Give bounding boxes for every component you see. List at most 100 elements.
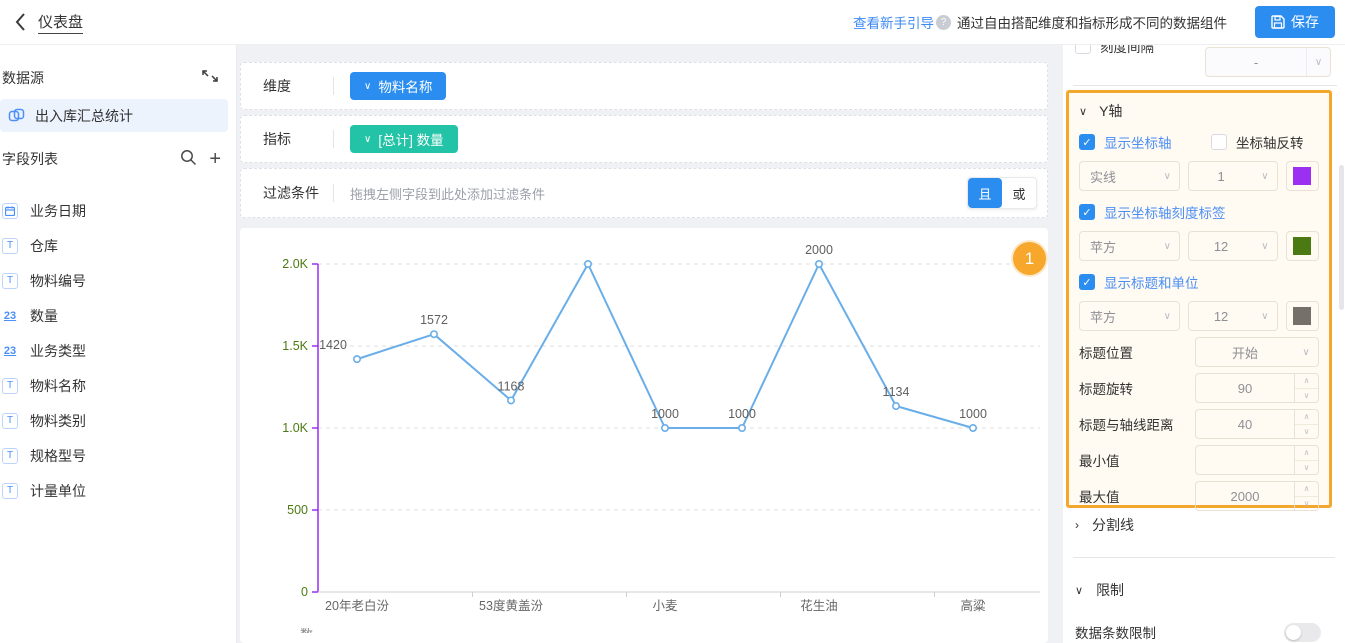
setting-label: 标题旋转 xyxy=(1079,378,1195,398)
or-button[interactable]: 或 xyxy=(1002,178,1036,208)
y-axis-section: ∨ Y轴 显示坐标轴 坐标轴反转 实线∨ 1∨ 显示坐标轴刻度标签 xyxy=(1066,90,1332,508)
tick-interval-select[interactable]: - ∨ xyxy=(1205,47,1331,77)
setting-number-input[interactable]: 90∧∨ xyxy=(1195,373,1319,403)
color-swatch xyxy=(1293,167,1311,185)
divider xyxy=(1073,85,1337,86)
spin-down-icon[interactable]: ∨ xyxy=(1295,425,1318,439)
svg-text:2.0K: 2.0K xyxy=(282,257,308,271)
setting-number-input[interactable]: 2000∧∨ xyxy=(1195,481,1319,511)
tick-font-select[interactable]: 苹方∨ xyxy=(1079,231,1180,261)
chevron-down-icon: ∨ xyxy=(1253,241,1277,252)
chevron-down-icon: ∨ xyxy=(1306,48,1330,76)
metric-pill[interactable]: ∨ [总计] 数量 xyxy=(350,125,458,153)
field-list-title: 字段列表 xyxy=(2,149,58,169)
setting-select[interactable]: 开始∨ xyxy=(1195,337,1319,367)
setting-label: 标题与轴线距离 xyxy=(1079,414,1195,434)
search-icon[interactable] xyxy=(180,149,197,169)
svg-text:1168: 1168 xyxy=(498,379,525,393)
svg-text:1572: 1572 xyxy=(420,313,448,327)
divider xyxy=(333,77,334,95)
chevron-down-icon: ∨ xyxy=(364,81,371,92)
chevron-down-icon: ∨ xyxy=(1294,347,1318,358)
limit-section-header[interactable]: ∨ 限制 xyxy=(1075,580,1333,600)
svg-text:高粱: 高粱 xyxy=(960,598,986,613)
title-color-picker[interactable] xyxy=(1286,301,1319,331)
line-chart[interactable]: 05001.0K1.5K2.0K142015721168100010002000… xyxy=(240,228,1048,643)
filter-row: 过滤条件 拖拽左侧字段到此处添加过滤条件 且 或 xyxy=(240,168,1048,218)
spin-down-icon[interactable]: ∨ xyxy=(1295,461,1318,475)
and-button[interactable]: 且 xyxy=(968,178,1002,208)
axis-reverse-checkbox[interactable] xyxy=(1211,134,1227,150)
text-field-icon: T xyxy=(2,378,18,394)
color-swatch xyxy=(1293,237,1311,255)
datasource-item[interactable]: 出入库汇总统计 xyxy=(0,99,228,132)
text-field-icon: T xyxy=(2,273,18,289)
field-list: 业务日期 T 仓库 T 物料编号 23 数量 23 业务类型 T 物料名称 T … xyxy=(0,193,228,508)
title-size-select[interactable]: 12∨ xyxy=(1188,301,1278,331)
field-list-item[interactable]: T 仓库 xyxy=(0,228,228,263)
settings-panel: 刻度间隔 - ∨ ∨ Y轴 显示坐标轴 坐标轴反转 实线∨ 1∨ xyxy=(1063,45,1345,643)
header-subtitle: 通过自由搭配维度和指标形成不同的数据组件 xyxy=(957,12,1227,32)
field-label: 数量 xyxy=(30,306,58,326)
svg-text:1000: 1000 xyxy=(651,407,679,421)
field-list-item[interactable]: T 物料类别 xyxy=(0,403,228,438)
field-list-item[interactable]: T 规格型号 xyxy=(0,438,228,473)
field-list-item[interactable]: T 物料编号 xyxy=(0,263,228,298)
spin-up-icon[interactable]: ∧ xyxy=(1295,446,1318,461)
axis-line-style-select[interactable]: 实线∨ xyxy=(1079,161,1180,191)
spin-down-icon[interactable]: ∨ xyxy=(1295,389,1318,403)
add-field-icon[interactable]: + xyxy=(209,149,221,169)
field-list-item[interactable]: T 物料名称 xyxy=(0,368,228,403)
y-axis-section-header[interactable]: ∨ Y轴 xyxy=(1079,101,1319,121)
dimension-row: 维度 ∨ 物料名称 xyxy=(240,62,1048,110)
field-label: 业务类型 xyxy=(30,341,86,361)
tick-color-picker[interactable] xyxy=(1286,231,1319,261)
scrollbar-thumb[interactable] xyxy=(1339,165,1344,310)
field-label: 规格型号 xyxy=(30,446,86,466)
divider xyxy=(1073,557,1335,558)
show-tick-labels-checkbox[interactable] xyxy=(1079,204,1095,220)
page-title[interactable]: 仪表盘 xyxy=(38,11,83,34)
svg-text:0: 0 xyxy=(301,585,308,599)
show-axis-label: 显示坐标轴 xyxy=(1104,132,1172,152)
show-title-checkbox[interactable] xyxy=(1079,274,1095,290)
main-canvas: 维度 ∨ 物料名称 指标 ∨ [总计] 数量 过滤条件 拖拽左侧字段到此处添加过… xyxy=(237,45,1063,643)
chart-card: 05001.0K1.5K2.0K142015721168100010002000… xyxy=(240,228,1048,643)
field-list-item[interactable]: 23 业务类型 xyxy=(0,333,228,368)
field-list-item[interactable]: T 计量单位 xyxy=(0,473,228,508)
field-list-item[interactable]: 业务日期 xyxy=(0,193,228,228)
and-or-toggle: 且 或 xyxy=(967,177,1037,209)
spin-up-icon[interactable]: ∧ xyxy=(1295,482,1318,497)
setting-label: 标题位置 xyxy=(1079,342,1195,362)
svg-text:20年老白汾: 20年老白汾 xyxy=(325,598,389,613)
spin-up-icon[interactable]: ∧ xyxy=(1295,410,1318,425)
guide-link[interactable]: 查看新手引导 xyxy=(853,12,934,32)
save-button[interactable]: 保存 xyxy=(1255,6,1335,38)
axis-line-color-picker[interactable] xyxy=(1286,161,1319,191)
setting-number-input[interactable]: ∧∨ xyxy=(1195,445,1319,475)
axis-title-clipped: 数 xyxy=(300,628,316,633)
back-icon[interactable] xyxy=(8,10,32,34)
setting-number-input[interactable]: 40∧∨ xyxy=(1195,409,1319,439)
chevron-down-icon: ∨ xyxy=(1253,171,1277,182)
split-line-section-header[interactable]: › 分割线 xyxy=(1075,515,1333,535)
setting-label: 最小值 xyxy=(1079,450,1195,470)
chevron-down-icon: ∨ xyxy=(1155,241,1179,252)
chevron-down-icon: ∨ xyxy=(1079,105,1087,118)
show-axis-checkbox[interactable] xyxy=(1079,134,1095,150)
limit-toggle-off[interactable] xyxy=(1284,623,1321,642)
axis-line-width-select[interactable]: 1∨ xyxy=(1188,161,1278,191)
chevron-down-icon: ∨ xyxy=(364,134,371,145)
field-label: 物料类别 xyxy=(30,411,86,431)
help-icon[interactable]: ? xyxy=(936,15,951,30)
field-list-item[interactable]: 23 数量 xyxy=(0,298,228,333)
switch-datasource-icon[interactable] xyxy=(201,67,219,88)
spin-down-icon[interactable]: ∨ xyxy=(1295,497,1318,511)
color-swatch xyxy=(1293,307,1311,325)
title-font-select[interactable]: 苹方∨ xyxy=(1079,301,1180,331)
tick-size-select[interactable]: 12∨ xyxy=(1188,231,1278,261)
svg-text:1000: 1000 xyxy=(728,407,756,421)
dimension-pill[interactable]: ∨ 物料名称 xyxy=(350,72,446,100)
svg-text:1.5K: 1.5K xyxy=(282,339,308,353)
spin-up-icon[interactable]: ∧ xyxy=(1295,374,1318,389)
